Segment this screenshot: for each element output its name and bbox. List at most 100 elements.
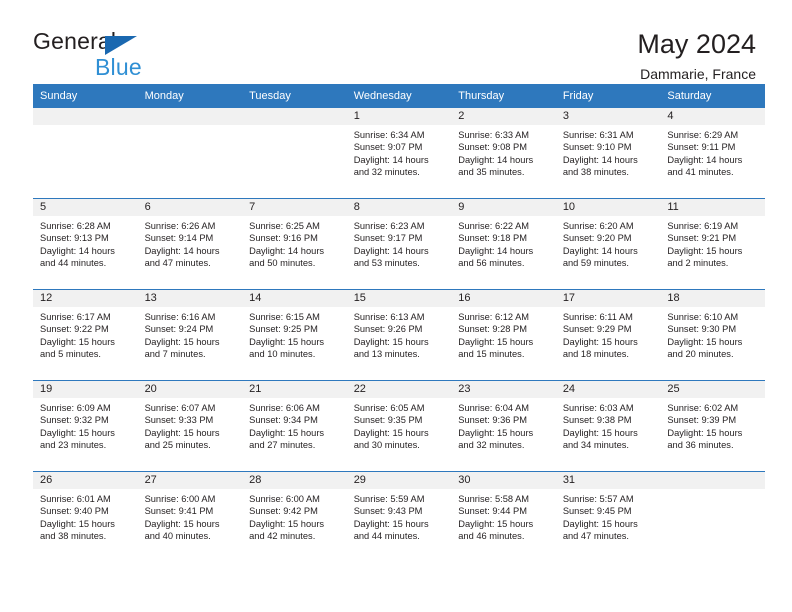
day-details: Sunrise: 6:15 AM Sunset: 9:25 PM Daylight:…: [242, 307, 347, 361]
calendar-day-cell[interactable]: 26 Sunrise: 6:01 AM Sunset: 9:40 PM Dayligh…: [33, 471, 138, 562]
sunrise-text: Sunrise: 6:07 AM: [144, 403, 216, 413]
calendar-day-cell[interactable]: 4 Sunrise: 6:29 AM Sunset: 9:11 PM Daylight…: [660, 108, 765, 199]
day-details: Sunrise: 6:01 AM Sunset: 9:40 PM Daylight:…: [33, 489, 138, 543]
daylight-text: and 10 minutes.: [249, 349, 316, 360]
calendar-day-cell[interactable]: 25 Sunrise: 6:02 AM Sunset: 9:39 PM Dayligh…: [660, 380, 765, 472]
calendar-day-cell[interactable]: 15 Sunrise: 6:13 AM Sunset: 9:26 PM Dayligh…: [346, 289, 452, 381]
daylight-text: Daylight: 14 hours: [353, 154, 429, 165]
calendar-day-cell[interactable]: 12 Sunrise: 6:17 AM Sunset: 9:22 PM Dayligh…: [33, 289, 138, 381]
day-number: [242, 108, 347, 125]
daylight-text: Daylight: 15 hours: [667, 427, 743, 438]
calendar-day-cell[interactable]: 30 Sunrise: 5:58 AM Sunset: 9:44 PM Dayligh…: [451, 471, 556, 562]
daylight-text: and 46 minutes.: [458, 531, 525, 542]
calendar-day-cell[interactable]: 16 Sunrise: 6:12 AM Sunset: 9:28 PM Dayligh…: [451, 289, 556, 381]
sunrise-text: Sunrise: 6:00 AM: [249, 494, 320, 504]
calendar-week-row: 19 Sunrise: 6:09 AM Sunset: 9:32 PM Dayligh…: [33, 380, 765, 472]
day-details: Sunrise: 6:00 AM Sunset: 9:42 PM Daylight:…: [242, 489, 347, 543]
sunset-text: Sunset: 9:14 PM: [144, 233, 214, 244]
day-details: Sunrise: 6:05 AM Sunset: 9:35 PM Daylight:…: [347, 398, 452, 452]
daylight-text: Daylight: 15 hours: [562, 518, 638, 529]
sunrise-text: Sunrise: 6:05 AM: [353, 403, 425, 413]
daylight-text: Daylight: 15 hours: [562, 336, 638, 347]
weekday-header-monday: Monday: [137, 84, 243, 108]
calendar-day-cell[interactable]: 6 Sunrise: 6:26 AM Sunset: 9:14 PM Daylight…: [137, 198, 243, 290]
daylight-text: and 20 minutes.: [667, 349, 734, 360]
calendar-day-cell[interactable]: 21 Sunrise: 6:06 AM Sunset: 9:34 PM Dayligh…: [242, 380, 347, 472]
day-details: Sunrise: 6:17 AM Sunset: 9:22 PM Daylight:…: [33, 307, 138, 361]
sunset-text: Sunset: 9:08 PM: [458, 142, 527, 153]
day-number: 25: [660, 381, 765, 398]
daylight-text: and 53 minutes.: [353, 258, 420, 269]
daylight-text: Daylight: 14 hours: [249, 245, 325, 256]
day-number: 11: [660, 199, 765, 216]
sunrise-text: Sunrise: 6:26 AM: [144, 221, 216, 231]
day-number: 28: [242, 472, 347, 489]
sunset-text: Sunset: 9:26 PM: [353, 324, 423, 335]
calendar-day-cell[interactable]: 13 Sunrise: 6:16 AM Sunset: 9:24 PM Dayligh…: [137, 289, 243, 381]
calendar-day-cell[interactable]: 23 Sunrise: 6:04 AM Sunset: 9:36 PM Dayligh…: [451, 380, 556, 472]
day-details: Sunrise: 6:23 AM Sunset: 9:17 PM Daylight:…: [347, 216, 452, 270]
calendar-day-cell[interactable]: 29 Sunrise: 5:59 AM Sunset: 9:43 PM Dayligh…: [346, 471, 452, 562]
sunset-text: Sunset: 9:33 PM: [144, 415, 214, 426]
calendar-day-cell[interactable]: 2 Sunrise: 6:33 AM Sunset: 9:08 PM Daylight…: [451, 108, 556, 199]
sunrise-text: Sunrise: 6:11 AM: [562, 312, 633, 322]
day-details: Sunrise: 5:58 AM Sunset: 9:44 PM Daylight:…: [451, 489, 556, 543]
calendar-header-row: Sunday Monday Tuesday Wednesday Thursday…: [33, 84, 765, 108]
sunrise-text: Sunrise: 6:01 AM: [40, 494, 111, 504]
calendar-week-row: 12 Sunrise: 6:17 AM Sunset: 9:22 PM Dayligh…: [33, 289, 765, 381]
calendar-day-cell[interactable]: 19 Sunrise: 6:09 AM Sunset: 9:32 PM Dayligh…: [33, 380, 138, 472]
sunrise-text: Sunrise: 6:17 AM: [40, 312, 111, 322]
calendar-day-cell[interactable]: 11 Sunrise: 6:19 AM Sunset: 9:21 PM Dayligh…: [660, 198, 765, 290]
sunset-text: Sunset: 9:40 PM: [40, 506, 109, 517]
daylight-text: and 47 minutes.: [144, 258, 211, 269]
calendar-day-cell[interactable]: 10 Sunrise: 6:20 AM Sunset: 9:20 PM Dayligh…: [555, 198, 661, 290]
sunset-text: Sunset: 9:35 PM: [353, 415, 423, 426]
sunset-text: Sunset: 9:44 PM: [458, 506, 527, 517]
sunrise-text: Sunrise: 5:58 AM: [458, 494, 530, 504]
calendar-day-cell[interactable]: 27 Sunrise: 6:00 AM Sunset: 9:41 PM Dayligh…: [137, 471, 243, 562]
daylight-text: and 44 minutes.: [40, 258, 107, 269]
daylight-text: Daylight: 15 hours: [249, 518, 325, 529]
daylight-text: and 13 minutes.: [353, 349, 420, 360]
day-number: 6: [137, 199, 243, 216]
calendar-day-cell[interactable]: 7 Sunrise: 6:25 AM Sunset: 9:16 PM Daylight…: [242, 198, 347, 290]
day-details: Sunrise: 6:33 AM Sunset: 9:08 PM Daylight:…: [451, 125, 556, 179]
daylight-text: and 25 minutes.: [144, 440, 211, 451]
weekday-header-wednesday: Wednesday: [346, 84, 452, 108]
day-number: 17: [555, 290, 661, 307]
sunrise-text: Sunrise: 6:06 AM: [249, 403, 320, 413]
calendar-day-cell[interactable]: 31 Sunrise: 5:57 AM Sunset: 9:45 PM Dayligh…: [555, 471, 661, 562]
calendar-day-cell[interactable]: 5 Sunrise: 6:28 AM Sunset: 9:13 PM Daylight…: [33, 198, 138, 290]
calendar-day-cell[interactable]: 18 Sunrise: 6:10 AM Sunset: 9:30 PM Dayligh…: [660, 289, 765, 381]
calendar-day-cell[interactable]: 14 Sunrise: 6:15 AM Sunset: 9:25 PM Dayligh…: [242, 289, 347, 381]
day-number: 30: [451, 472, 556, 489]
calendar-day-cell[interactable]: 24 Sunrise: 6:03 AM Sunset: 9:38 PM Dayligh…: [555, 380, 661, 472]
daylight-text: Daylight: 14 hours: [144, 245, 220, 256]
calendar-day-cell[interactable]: 28 Sunrise: 6:00 AM Sunset: 9:42 PM Dayligh…: [242, 471, 347, 562]
calendar-day-cell[interactable]: 1 Sunrise: 6:34 AM Sunset: 9:07 PM Daylight…: [346, 108, 452, 199]
day-details: Sunrise: 6:26 AM Sunset: 9:14 PM Daylight:…: [138, 216, 243, 270]
day-number: 8: [346, 199, 452, 216]
calendar-day-cell[interactable]: 8 Sunrise: 6:23 AM Sunset: 9:17 PM Daylight…: [346, 198, 452, 290]
calendar-day-cell[interactable]: 17 Sunrise: 6:11 AM Sunset: 9:29 PM Dayligh…: [555, 289, 661, 381]
daylight-text: Daylight: 15 hours: [353, 336, 429, 347]
sunrise-text: Sunrise: 6:09 AM: [40, 403, 111, 413]
daylight-text: and 47 minutes.: [562, 531, 629, 542]
calendar-day-cell[interactable]: 9 Sunrise: 6:22 AM Sunset: 9:18 PM Daylight…: [451, 198, 556, 290]
day-details: Sunrise: 6:07 AM Sunset: 9:33 PM Daylight:…: [138, 398, 243, 452]
day-details: Sunrise: 6:19 AM Sunset: 9:21 PM Daylight:…: [660, 216, 765, 270]
day-details: Sunrise: 6:29 AM Sunset: 9:11 PM Daylight:…: [660, 125, 765, 179]
day-number: 7: [242, 199, 347, 216]
day-details: Sunrise: 6:09 AM Sunset: 9:32 PM Daylight:…: [33, 398, 138, 452]
sunset-text: Sunset: 9:43 PM: [353, 506, 423, 517]
sunset-text: Sunset: 9:34 PM: [249, 415, 318, 426]
day-number: 20: [137, 381, 243, 398]
day-number: 5: [33, 199, 138, 216]
general-blue-logo[interactable]: General Blue: [33, 28, 183, 84]
calendar-day-cell[interactable]: 3 Sunrise: 6:31 AM Sunset: 9:10 PM Daylight…: [555, 108, 661, 199]
sunset-text: Sunset: 9:13 PM: [40, 233, 109, 244]
day-number: 9: [451, 199, 556, 216]
sunset-text: Sunset: 9:38 PM: [562, 415, 632, 426]
calendar-day-cell[interactable]: 22 Sunrise: 6:05 AM Sunset: 9:35 PM Dayligh…: [346, 380, 452, 472]
calendar-day-cell[interactable]: 20 Sunrise: 6:07 AM Sunset: 9:33 PM Dayligh…: [137, 380, 243, 472]
